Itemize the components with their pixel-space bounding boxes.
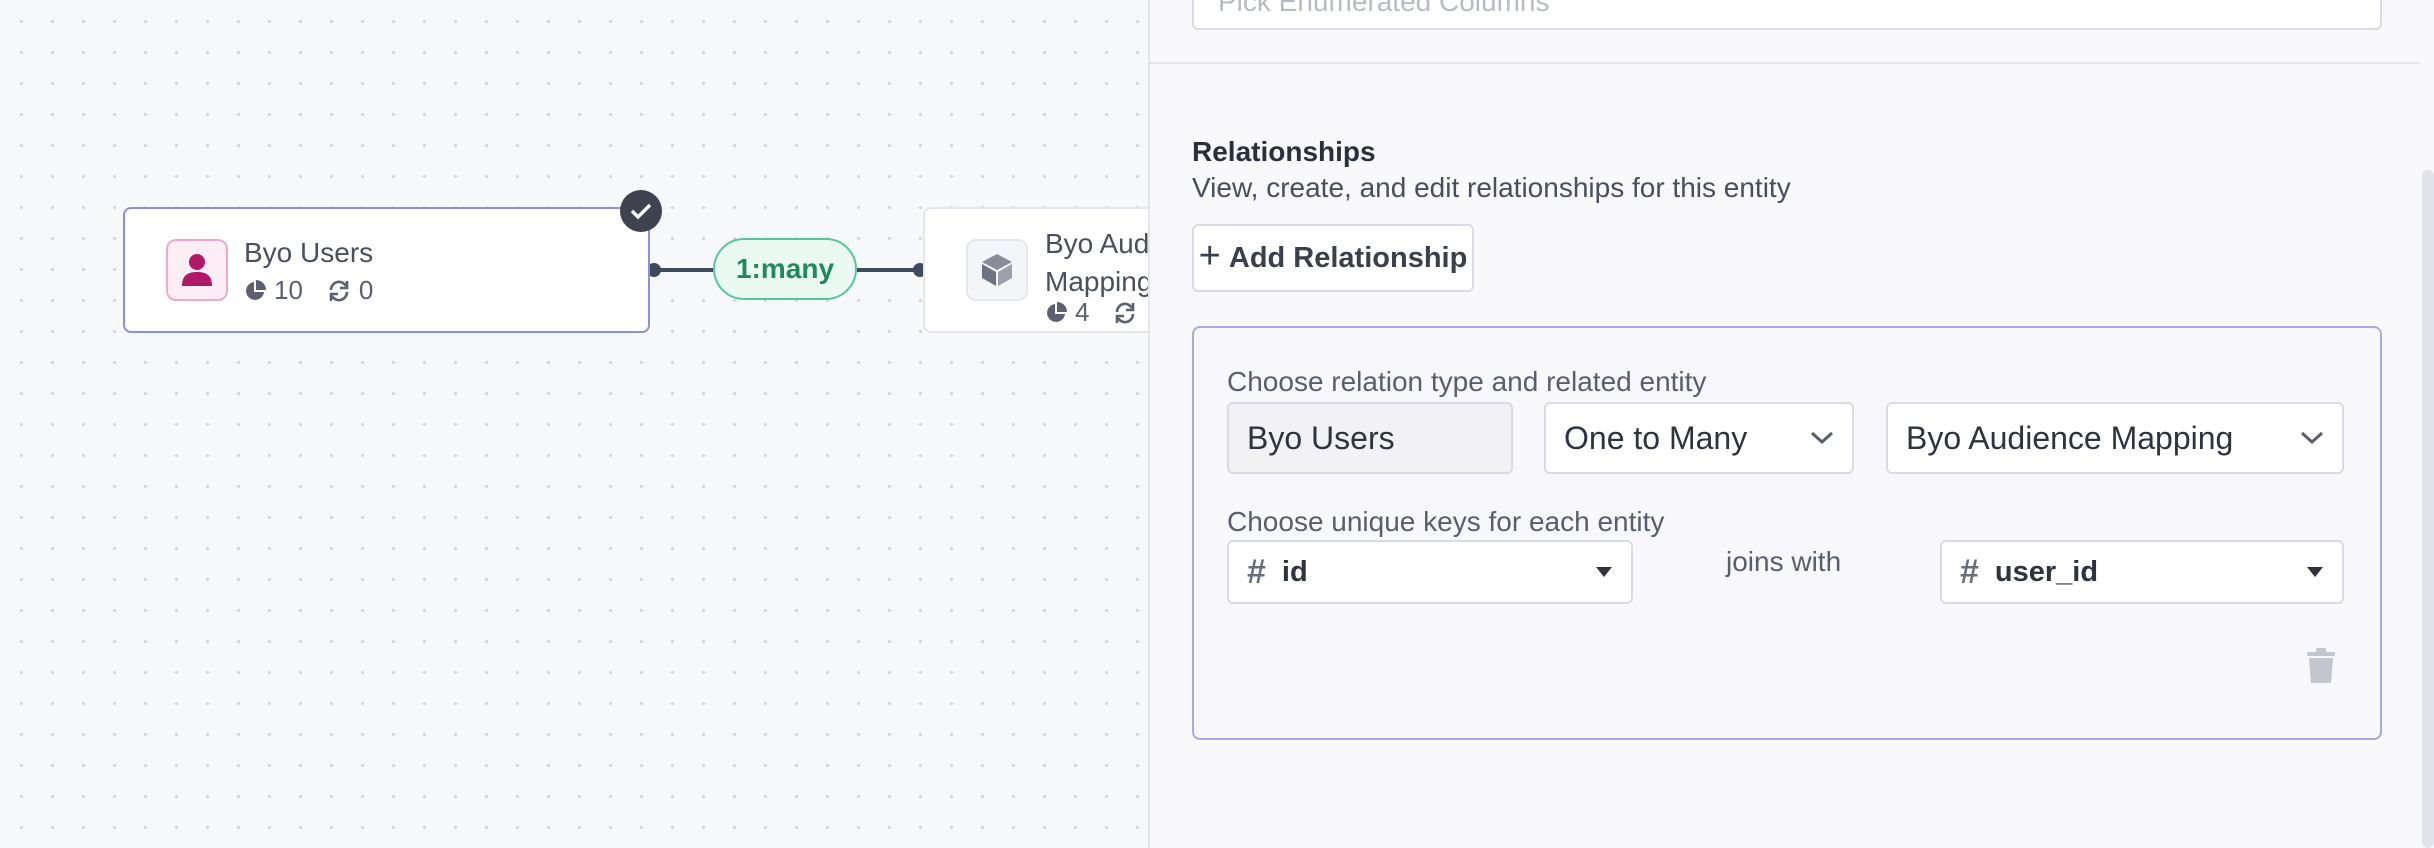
node-title: Byo Users	[244, 237, 374, 268]
stat-relations: 0	[327, 275, 373, 306]
add-relationship-button[interactable]: + Add Relationship	[1192, 224, 1474, 292]
node-title: Byo Audience Mapping	[1045, 228, 1148, 297]
entity-node-byo-users[interactable]: Byo Users 10 0	[123, 207, 650, 333]
stat-columns-count: 10	[274, 275, 303, 305]
node-stats: 4	[1045, 297, 1148, 328]
related-entity-select[interactable]: Byo Audience Mapping	[1886, 402, 2344, 474]
pie-chart-icon	[246, 279, 266, 300]
node-stats: 10 0	[244, 275, 397, 306]
trash-icon[interactable]	[2306, 648, 2336, 684]
pie-chart-icon	[1047, 301, 1067, 322]
target-key-select[interactable]: # user_id	[1940, 540, 2344, 604]
plus-icon: +	[1198, 234, 1221, 277]
source-key-value: id	[1281, 555, 1308, 588]
relation-type-value: One to Many	[1564, 419, 1748, 456]
refresh-icon	[1116, 302, 1135, 323]
stat-relations	[1113, 302, 1145, 324]
stat-columns: 10	[244, 275, 303, 306]
section-divider	[1150, 62, 2420, 64]
panel-scrollbar[interactable]	[2422, 170, 2434, 848]
relationships-subtitle: View, create, and edit relationships for…	[1192, 172, 1791, 203]
entity-graph-canvas[interactable]: 1:many Byo Users 10 0 Byo Aud Mapping 4	[0, 0, 1148, 848]
related-entity-value: Byo Audience Mapping	[1906, 419, 2234, 456]
target-key-value: user_id	[1994, 555, 2099, 588]
enumerated-columns-placeholder: Pick Enumerated Columns	[1218, 0, 1550, 17]
relationships-title: Relationships	[1192, 136, 1376, 167]
selected-check-icon	[620, 190, 662, 232]
entity-node-byo-audience-mapping[interactable]: Byo Audience Mapping 4	[923, 207, 1148, 333]
joins-with-label: joins with	[1726, 546, 1842, 577]
stat-columns: 4	[1045, 297, 1089, 328]
add-relationship-label: Add Relationship	[1228, 241, 1468, 274]
chevron-down-icon	[1810, 431, 1834, 445]
refresh-icon	[329, 280, 349, 301]
source-entity-field: Byo Users	[1227, 402, 1513, 474]
relationship-card: Choose relation type and related entity …	[1192, 326, 2382, 740]
enumerated-columns-select[interactable]: Pick Enumerated Columns	[1192, 0, 2382, 30]
relationship-edge-label[interactable]: 1:many	[713, 238, 857, 300]
relation-type-label: Choose relation type and related entity	[1227, 366, 1707, 397]
chevron-down-icon	[2300, 431, 2324, 445]
relation-type-select[interactable]: One to Many	[1544, 402, 1854, 474]
stat-relations-count: 0	[358, 275, 374, 305]
entity-details-panel: Pick Enumerated Columns Relationships Vi…	[1148, 0, 2434, 848]
source-key-select[interactable]: # id	[1227, 540, 1633, 604]
source-entity-value: Byo Users	[1247, 419, 1395, 456]
caret-down-icon	[1596, 567, 1612, 577]
user-icon	[166, 239, 228, 301]
unique-keys-label: Choose unique keys for each entity	[1227, 506, 1665, 537]
hash-icon: #	[1247, 552, 1266, 591]
cube-icon	[966, 239, 1028, 301]
stat-columns-count: 4	[1075, 297, 1090, 327]
hash-icon: #	[1960, 552, 1979, 591]
caret-down-icon	[2307, 567, 2323, 577]
